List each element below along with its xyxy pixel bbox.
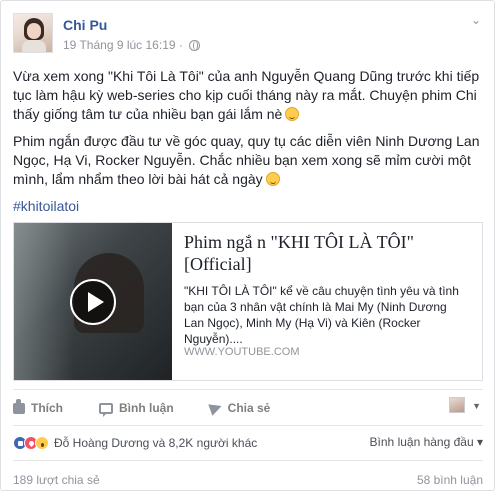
like-label: Thích [31, 401, 63, 415]
post-paragraph-2: Phim ngắn được đầu tư về góc quay, quy t… [13, 133, 480, 187]
post-meta: 19 Tháng 9 lúc 16:19 · [63, 38, 200, 52]
divider [13, 425, 483, 426]
comment-label: Bình luận [119, 401, 174, 415]
link-description: "KHI TÔI LÀ TÔI" kể về câu chuyện tình y… [184, 284, 459, 346]
hashtag-link[interactable]: #khitoilatoi [13, 197, 485, 216]
comment-count[interactable]: 58 bình luận [417, 473, 483, 487]
post-timestamp[interactable]: 19 Tháng 9 lúc 16:19 · [63, 38, 183, 52]
post-body: Vừa xem xong "Khi Tôi Là Tôi" của anh Ng… [13, 67, 485, 224]
play-icon[interactable] [70, 279, 116, 325]
post-paragraph-1: Vừa xem xong "Khi Tôi Là Tôi" của anh Ng… [13, 68, 480, 122]
post-actions: Thích Bình luận Chia sẻ ▼ [13, 397, 483, 418]
chevron-down-icon[interactable]: ▼ [472, 401, 481, 411]
share-button[interactable]: Chia sẻ [207, 400, 271, 416]
post-footer: 189 lượt chia sẻ 58 bình luận [13, 473, 483, 489]
feed-post: Chi Pu 19 Tháng 9 lúc 16:19 · ⌄ Vừa xem … [0, 0, 495, 491]
share-arrow-icon [207, 400, 224, 416]
post-header: Chi Pu 19 Tháng 9 lúc 16:19 · ⌄ [13, 13, 483, 57]
reaction-names[interactable]: Đỗ Hoàng Dương và 8,2K người khác [54, 436, 257, 450]
link-preview-card[interactable]: Phim ngắ n "KHI TÔI LÀ TÔI" [Official] "… [13, 222, 483, 381]
author-name[interactable]: Chi Pu [63, 17, 107, 33]
share-label: Chia sẻ [227, 401, 271, 415]
comment-icon [99, 402, 113, 417]
thumbs-up-icon [13, 398, 25, 414]
smile-emoji-icon [265, 172, 280, 186]
link-title[interactable]: Phim ngắ n "KHI TÔI LÀ TÔI" [Official] [184, 231, 470, 275]
divider [13, 460, 483, 461]
link-domain: WWW.YOUTUBE.COM [184, 346, 300, 358]
like-button[interactable]: Thích [13, 398, 63, 415]
comment-sort-dropdown[interactable]: Bình luận hàng đầu ▾ [370, 435, 483, 449]
wink-emoji-icon [285, 107, 300, 121]
viewer-avatar[interactable] [449, 397, 465, 413]
chevron-down-icon[interactable]: ⌄ [471, 13, 481, 27]
link-preview-text: Phim ngắ n "KHI TÔI LÀ TÔI" [Official] "… [172, 223, 482, 380]
wow-reaction-icon[interactable] [35, 436, 49, 450]
video-thumbnail[interactable] [14, 223, 172, 380]
globe-icon [188, 39, 200, 51]
reactions-bar: Đỗ Hoàng Dương và 8,2K người khác Bình l… [13, 434, 483, 452]
comment-button[interactable]: Bình luận [99, 401, 174, 417]
author-avatar[interactable] [13, 13, 53, 53]
divider [13, 389, 483, 390]
share-count[interactable]: 189 lượt chia sẻ [13, 473, 100, 487]
